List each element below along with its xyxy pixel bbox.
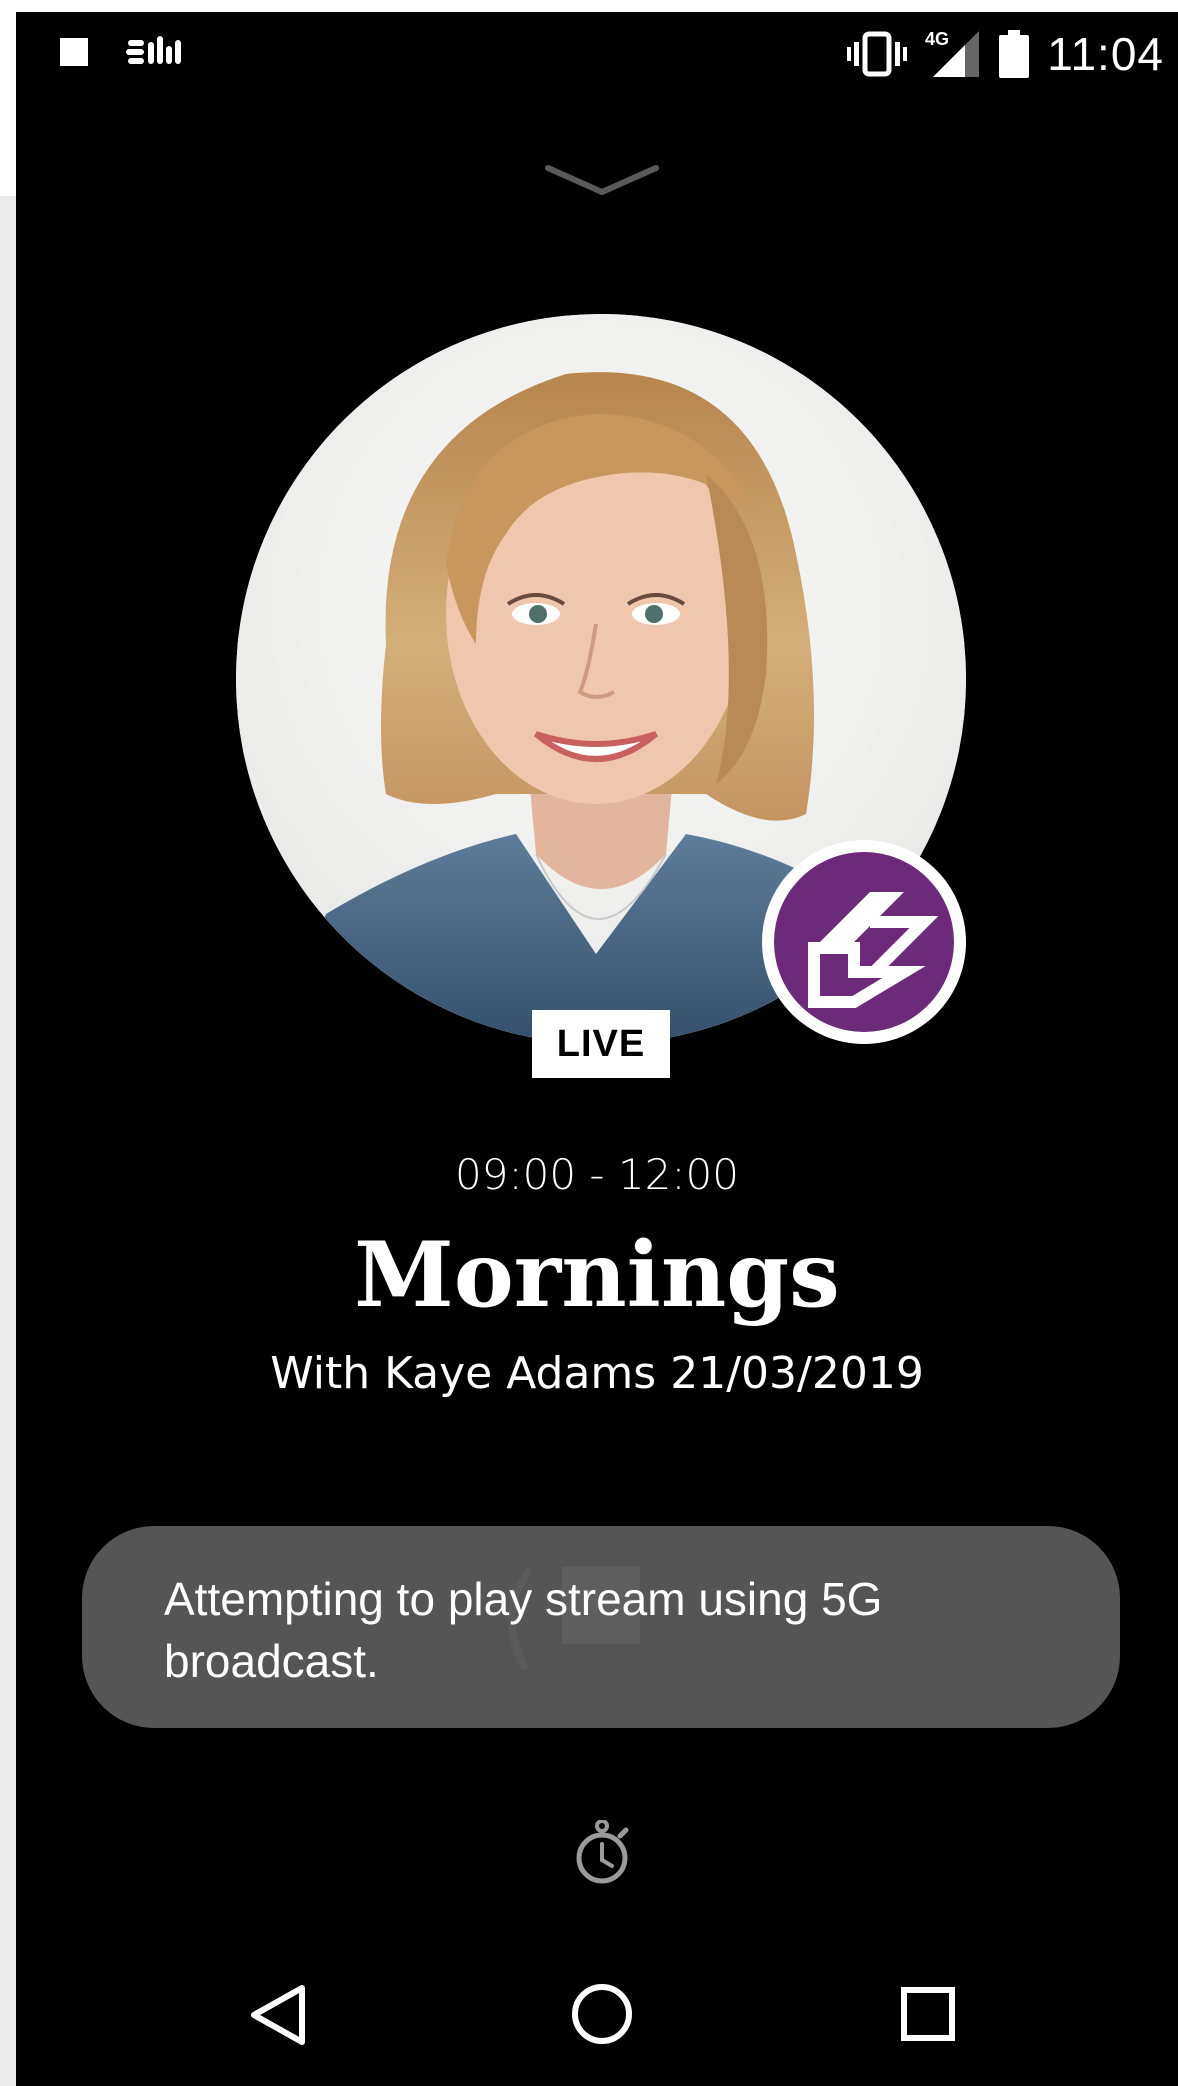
programme-title: Mornings xyxy=(354,1222,840,1328)
battery-icon xyxy=(999,30,1030,78)
programme-subtitle: With Kaye Adams 21/03/2019 xyxy=(270,1348,924,1399)
back-icon[interactable] xyxy=(248,1982,308,2048)
vibrate-icon xyxy=(847,31,908,77)
status-bar: 4G 11:04 xyxy=(16,12,1178,96)
left-edge-top xyxy=(0,0,16,196)
broadcast-time-range: 09:00 - 12:00 xyxy=(455,1150,739,1199)
sleep-timer-icon[interactable] xyxy=(572,1820,632,1886)
recents-icon[interactable] xyxy=(900,1986,956,2042)
signal-icon: 4G xyxy=(925,29,980,77)
station-logo-icon xyxy=(808,892,939,1008)
station-logo xyxy=(762,840,966,1044)
live-badge: LIVE xyxy=(532,1010,670,1078)
frame-top-edge xyxy=(0,0,1178,12)
home-icon[interactable] xyxy=(570,1982,634,2046)
network-type-label: 4G xyxy=(925,29,949,49)
app-notification-icon xyxy=(126,36,181,64)
toast-message: Attempting to play stream using 5G broad… xyxy=(82,1526,1120,1728)
left-edge xyxy=(0,196,16,2086)
clock: 11:04 xyxy=(1047,28,1164,80)
collapse-chevron-icon[interactable] xyxy=(542,160,662,200)
stop-icon xyxy=(60,38,88,66)
navigation-bar xyxy=(16,1960,1178,2086)
